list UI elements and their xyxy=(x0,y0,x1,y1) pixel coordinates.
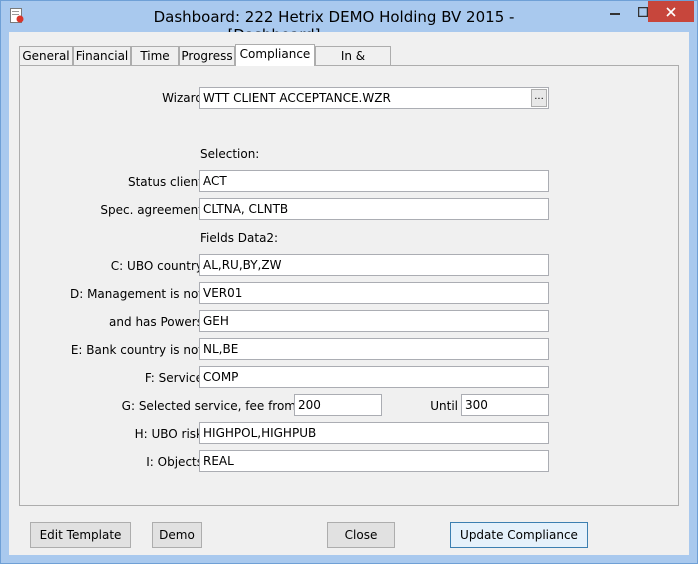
update-compliance-button[interactable]: Update Compliance xyxy=(450,522,588,548)
close-icon xyxy=(666,6,676,17)
fields-data2-heading: Fields Data2: xyxy=(200,231,279,245)
status-client-label: Status client xyxy=(127,175,203,189)
management-not-label: D: Management is not xyxy=(69,287,203,301)
maximize-icon xyxy=(637,7,648,17)
status-client-input[interactable]: ACT xyxy=(199,170,549,192)
selection-heading: Selection: xyxy=(200,147,260,161)
tab-time[interactable]: Time xyxy=(131,46,179,65)
wizard-browse-button[interactable]: ... xyxy=(531,89,547,107)
spec-agreement-input[interactable]: CLTNA, CLNTB xyxy=(199,198,549,220)
objects-input[interactable]: REAL xyxy=(199,450,549,472)
close-window-button[interactable] xyxy=(648,1,694,22)
bank-country-not-label: E: Bank country is not xyxy=(70,343,203,357)
service-label: F: Service xyxy=(144,371,203,385)
demo-button[interactable]: Demo xyxy=(152,522,202,548)
spec-agreement-label: Spec. agreement xyxy=(100,203,203,217)
bank-country-not-input[interactable]: NL,BE xyxy=(199,338,549,360)
client-area: General Financial Time Progress Complian… xyxy=(9,32,689,555)
ubo-country-input[interactable]: AL,RU,BY,ZW xyxy=(199,254,549,276)
has-powers-input[interactable]: GEH xyxy=(199,310,549,332)
tab-financial[interactable]: Financial xyxy=(73,46,131,65)
ubo-country-label: C: UBO country xyxy=(110,259,203,273)
compliance-panel: Wizard WTT CLIENT ACCEPTANCE.WZR ... Sel… xyxy=(19,65,679,506)
edit-template-button[interactable]: Edit Template xyxy=(30,522,131,548)
objects-label: I: Objects xyxy=(146,455,203,469)
wizard-field[interactable]: WTT CLIENT ACCEPTANCE.WZR ... xyxy=(199,87,549,109)
close-button[interactable]: Close xyxy=(327,522,395,548)
fee-from-label: G: Selected service, fee from xyxy=(121,399,296,413)
management-not-input[interactable]: VER01 xyxy=(199,282,549,304)
tab-progress[interactable]: Progress xyxy=(179,46,235,65)
tab-general[interactable]: General xyxy=(19,46,73,65)
has-powers-label: and has Powers xyxy=(109,315,203,329)
until-input[interactable]: 300 xyxy=(461,394,549,416)
ubo-risk-label: H: UBO risk xyxy=(134,427,203,441)
tab-in-outflow[interactable]: In & Outflow xyxy=(315,46,391,82)
wizard-value: WTT CLIENT ACCEPTANCE.WZR xyxy=(203,91,391,105)
ubo-risk-input[interactable]: HIGHPOL,HIGHPUB xyxy=(199,422,549,444)
application-window: Dashboard: 222 Hetrix DEMO Holding BV 20… xyxy=(0,0,698,564)
minimize-icon xyxy=(609,13,620,15)
fee-from-input[interactable]: 200 xyxy=(294,394,382,416)
until-label: Until xyxy=(430,399,458,413)
service-input[interactable]: COMP xyxy=(199,366,549,388)
tab-compliance[interactable]: Compliance xyxy=(235,44,315,66)
title-bar[interactable]: Dashboard: 222 Hetrix DEMO Holding BV 20… xyxy=(1,1,697,44)
wizard-label: Wizard xyxy=(162,91,203,105)
minimize-button[interactable] xyxy=(600,2,629,22)
